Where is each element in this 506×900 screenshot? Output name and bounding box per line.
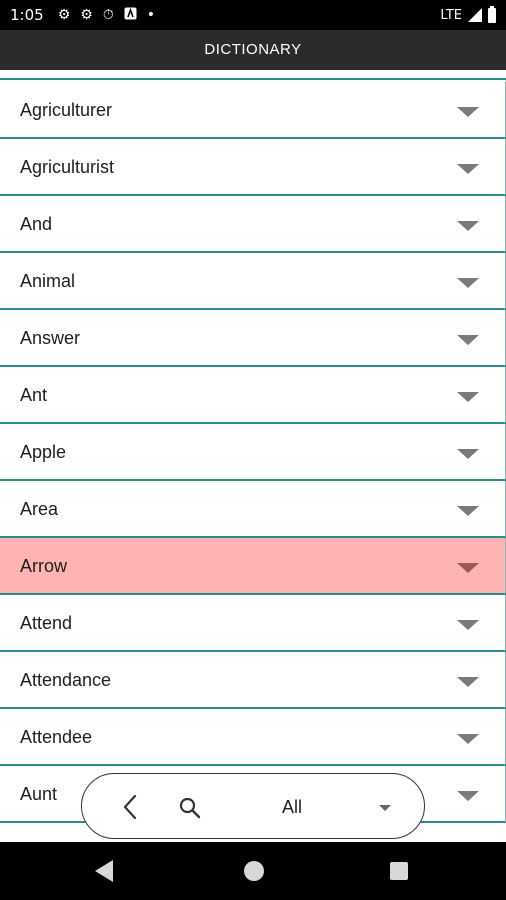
battery-icon bbox=[488, 5, 496, 23]
home-circle-icon[interactable] bbox=[244, 861, 264, 881]
app-notification-icon bbox=[124, 7, 137, 23]
chevron-down-icon[interactable] bbox=[457, 107, 479, 117]
chevron-down-icon[interactable] bbox=[457, 335, 479, 345]
list-item[interactable]: And bbox=[0, 196, 506, 253]
list-item[interactable]: Area bbox=[0, 481, 506, 538]
list-item-label: Attendee bbox=[20, 727, 93, 747]
list-item-label: Agriculturer bbox=[20, 100, 113, 120]
list-item[interactable]: Ant bbox=[0, 367, 506, 424]
list-item[interactable]: Animal bbox=[0, 253, 506, 310]
status-bar: 1:05 ⚙ ⚙ ⏱ • LTE bbox=[0, 0, 506, 30]
chevron-down-icon[interactable] bbox=[457, 734, 479, 744]
page-title: DICTIONARY bbox=[204, 41, 302, 58]
system-nav-bar bbox=[0, 842, 506, 900]
list-partial-row bbox=[0, 70, 506, 80]
dot-icon: • bbox=[146, 7, 155, 23]
app-title-bar: DICTIONARY bbox=[0, 30, 506, 70]
network-type: LTE bbox=[440, 7, 462, 23]
list-item[interactable]: Agriculturist bbox=[0, 139, 506, 196]
chevron-down-icon[interactable] bbox=[457, 620, 479, 630]
signal-icon bbox=[468, 8, 482, 22]
list-item[interactable]: Answer bbox=[0, 310, 506, 367]
list-item-label: Aunt bbox=[20, 784, 58, 804]
chevron-down-icon[interactable] bbox=[457, 278, 479, 288]
status-time: 1:05 bbox=[10, 6, 44, 24]
list-item[interactable]: Attendee bbox=[0, 709, 506, 766]
chevron-down-icon[interactable] bbox=[457, 221, 479, 231]
list-item[interactable]: Attendance bbox=[0, 652, 506, 709]
list-item[interactable]: Agriculturer bbox=[0, 82, 506, 139]
chevron-down-icon[interactable] bbox=[457, 164, 479, 174]
list-item-label: Apple bbox=[20, 442, 67, 462]
list-item-label: Agriculturist bbox=[20, 157, 115, 177]
filter-bar: All bbox=[81, 773, 425, 839]
chevron-down-icon[interactable] bbox=[457, 449, 479, 459]
caret-down-icon bbox=[379, 805, 391, 811]
list-item[interactable]: Attend bbox=[0, 595, 506, 652]
chevron-down-icon[interactable] bbox=[457, 677, 479, 687]
list-item-label: And bbox=[20, 214, 53, 234]
filter-selected-value: All bbox=[282, 797, 303, 817]
recents-square-icon[interactable] bbox=[390, 862, 408, 880]
list-item-label: Arrow bbox=[20, 556, 68, 576]
chevron-down-icon[interactable] bbox=[457, 791, 479, 801]
word-list[interactable]: Agriculturer Agriculturist And Animal Answer… bbox=[0, 70, 506, 842]
chevron-down-icon[interactable] bbox=[457, 563, 479, 573]
list-item-label: Attendance bbox=[20, 670, 112, 690]
chevron-down-icon[interactable] bbox=[457, 506, 479, 516]
list-item[interactable]: Arrow bbox=[0, 538, 506, 595]
status-right: LTE bbox=[440, 0, 496, 30]
list-item[interactable]: Apple bbox=[0, 424, 506, 481]
chevron-down-icon[interactable] bbox=[457, 392, 479, 402]
list-item-label: Attend bbox=[20, 613, 73, 633]
search-icon[interactable] bbox=[178, 796, 202, 820]
filter-dropdown[interactable]: All bbox=[242, 788, 412, 826]
list-item-label: Area bbox=[20, 499, 59, 519]
gear-icon: ⚙ bbox=[80, 7, 93, 23]
back-triangle-icon[interactable] bbox=[95, 860, 113, 882]
timer-icon: ⏱ bbox=[102, 7, 114, 23]
list-item-label: Answer bbox=[20, 328, 81, 348]
list-item-label: Ant bbox=[20, 385, 48, 405]
gear-icon: ⚙ bbox=[57, 7, 71, 23]
list-item-label: Animal bbox=[20, 271, 76, 291]
chevron-left-icon[interactable] bbox=[120, 793, 140, 821]
